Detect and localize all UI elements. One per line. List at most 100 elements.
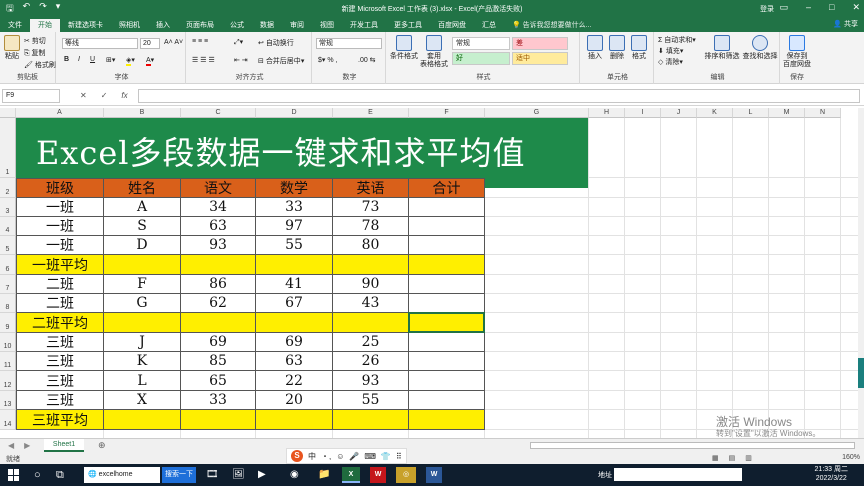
font-size-select[interactable]: 20: [140, 38, 160, 49]
table-cell[interactable]: 80: [333, 236, 409, 255]
ime-punct-icon[interactable]: ・,: [321, 451, 331, 462]
find-select-button[interactable]: 查找和选择: [742, 35, 778, 61]
column-header[interactable]: M: [769, 108, 805, 118]
average-row-cell[interactable]: [256, 255, 333, 275]
minimize-icon[interactable]: –: [806, 2, 811, 13]
table-header-cell[interactable]: 姓名: [104, 178, 181, 198]
ime-toolbar[interactable]: S 中 ・, ☺ 🎤 ⌨ 👕 ⠿: [286, 448, 407, 464]
taskbar-clock[interactable]: 21:33 周二 2022/3/22: [815, 465, 848, 483]
table-cell[interactable]: 二班: [16, 294, 104, 313]
table-cell[interactable]: 73: [333, 198, 409, 217]
table-cell[interactable]: [409, 198, 485, 217]
table-cell[interactable]: K: [104, 352, 181, 371]
format-painter-button[interactable]: 🖌 格式刷: [24, 60, 56, 70]
search-icon[interactable]: ○: [34, 467, 41, 483]
row-header[interactable]: 9: [0, 313, 16, 333]
table-cell[interactable]: G: [104, 294, 181, 313]
row-header[interactable]: 4: [0, 217, 16, 236]
table-cell[interactable]: 三班: [16, 352, 104, 371]
style-good[interactable]: 好: [452, 52, 510, 65]
font-grow-icon[interactable]: A˄ A˅: [164, 39, 183, 46]
ribbon-display-icon[interactable]: ▭: [779, 2, 788, 13]
ime-skin-icon[interactable]: 👕: [381, 452, 391, 461]
sheet-tab-sheet1[interactable]: Sheet1: [44, 439, 84, 452]
cancel-icon[interactable]: ✕: [80, 91, 87, 100]
enter-icon[interactable]: ✓: [101, 91, 108, 100]
column-header[interactable]: A: [16, 108, 104, 118]
indent-icon[interactable]: ⇤ ⇥: [234, 56, 248, 64]
table-cell[interactable]: [409, 236, 485, 255]
table-cell[interactable]: 三班: [16, 391, 104, 410]
table-cell[interactable]: L: [104, 371, 181, 391]
row-header[interactable]: 3: [0, 198, 16, 217]
table-cell[interactable]: [409, 333, 485, 352]
table-cell[interactable]: 62: [181, 294, 256, 313]
average-row-cell[interactable]: [333, 313, 409, 333]
autosum-button[interactable]: Σ 自动求和▾: [658, 35, 696, 45]
tab-baidu[interactable]: 百度网盘: [430, 19, 474, 32]
sogou-icon[interactable]: S: [291, 450, 303, 462]
table-cell[interactable]: 55: [256, 236, 333, 255]
start-icon[interactable]: [8, 469, 20, 481]
table-cell[interactable]: 43: [333, 294, 409, 313]
row-header[interactable]: 12: [0, 371, 16, 391]
italic-button[interactable]: I: [78, 56, 80, 63]
table-cell[interactable]: 69: [181, 333, 256, 352]
normal-view-icon[interactable]: ▦: [712, 454, 719, 462]
average-row-cell[interactable]: [181, 313, 256, 333]
zoom-level[interactable]: 160%: [842, 454, 860, 461]
ime-mic-icon[interactable]: 🎤: [349, 452, 359, 461]
table-cell[interactable]: 93: [181, 236, 256, 255]
delete-cells-button[interactable]: 删除: [606, 35, 628, 61]
cut-button[interactable]: ✂ 剪切: [24, 36, 46, 46]
row-header[interactable]: 5: [0, 236, 16, 255]
maximize-icon[interactable]: □: [829, 2, 834, 13]
row-header[interactable]: 13: [0, 391, 16, 410]
table-cell[interactable]: 97: [256, 217, 333, 236]
conditional-format-button[interactable]: 条件格式: [390, 35, 418, 61]
top-align-icon[interactable]: ≡ ≡ ≡: [192, 38, 208, 45]
table-cell[interactable]: A: [104, 198, 181, 217]
table-cell[interactable]: 33: [181, 391, 256, 410]
word-icon[interactable]: W: [426, 467, 442, 483]
tab-review[interactable]: 审阅: [282, 19, 312, 32]
video-app-icon[interactable]: ▶: [258, 467, 266, 483]
ime-keyboard-icon[interactable]: ⌨: [364, 452, 376, 461]
next-sheet-icon[interactable]: ▶: [24, 441, 30, 450]
table-header-cell[interactable]: 语文: [181, 178, 256, 198]
paste-button[interactable]: 粘贴: [3, 35, 21, 61]
average-row-cell[interactable]: [333, 255, 409, 275]
task-view-icon[interactable]: ⧉: [56, 467, 64, 483]
tab-formulas[interactable]: 公式: [222, 19, 252, 32]
table-cell[interactable]: 25: [333, 333, 409, 352]
ime-lang[interactable]: 中: [308, 451, 316, 462]
taskbar-search-button[interactable]: 搜索一下: [162, 467, 196, 483]
column-header[interactable]: D: [256, 108, 333, 118]
table-header-cell[interactable]: 合计: [409, 178, 485, 198]
column-header[interactable]: B: [104, 108, 181, 118]
format-as-table-button[interactable]: 套用 表格格式: [420, 35, 448, 69]
file-explorer-icon[interactable]: 📁: [318, 467, 330, 483]
row-header[interactable]: 2: [0, 178, 16, 198]
table-header-cell[interactable]: 班级: [16, 178, 104, 198]
average-row-cell[interactable]: [256, 410, 333, 430]
table-cell[interactable]: 二班: [16, 275, 104, 294]
style-neutral[interactable]: 适中: [512, 52, 568, 65]
underline-button[interactable]: U: [90, 56, 95, 63]
fill-button[interactable]: ⬇ 填充▾: [658, 46, 683, 56]
left-align-icon[interactable]: ☰ ☰ ☰: [192, 56, 215, 64]
table-cell[interactable]: 一班: [16, 236, 104, 255]
name-box[interactable]: F9: [2, 89, 60, 103]
table-cell[interactable]: 三班: [16, 371, 104, 391]
wrap-text-button[interactable]: ↩ 自动换行: [258, 38, 294, 48]
table-cell[interactable]: 一班: [16, 198, 104, 217]
row-header[interactable]: 8: [0, 294, 16, 313]
column-header[interactable]: I: [625, 108, 661, 118]
font-name-select[interactable]: 等线: [62, 38, 138, 49]
column-header[interactable]: J: [661, 108, 697, 118]
table-cell[interactable]: [409, 294, 485, 313]
table-cell[interactable]: 93: [333, 371, 409, 391]
row-header[interactable]: 6: [0, 255, 16, 275]
tab-developer[interactable]: 开发工具: [342, 19, 386, 32]
tab-home[interactable]: 开始: [30, 19, 60, 32]
